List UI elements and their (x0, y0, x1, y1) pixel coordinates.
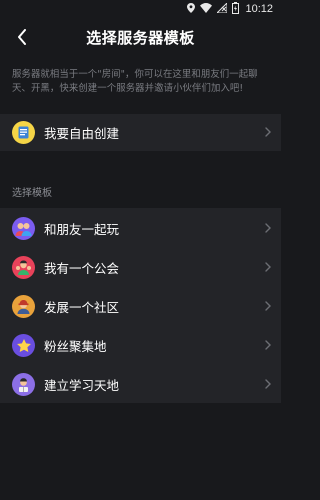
section-label: 选择模板 (12, 188, 52, 199)
star-fan-icon (12, 334, 35, 357)
template-label: 粉丝聚集地 (44, 339, 107, 354)
notepad-icon (12, 121, 35, 144)
wifi-icon (200, 2, 213, 16)
chevron-right-icon (265, 127, 271, 137)
status-time: 10:12 (245, 3, 273, 15)
custom-create-label: 我要自由创建 (44, 126, 120, 141)
battery-icon (232, 1, 240, 17)
template-label: 发展一个社区 (44, 300, 120, 315)
location-icon (187, 2, 196, 16)
template-row-fans[interactable]: 粉丝聚集地 (0, 327, 281, 364)
template-row-guild[interactable]: 我有一个公会 (0, 249, 281, 286)
chevron-right-icon (265, 301, 271, 311)
back-button[interactable] (12, 27, 32, 47)
template-list: 和朋友一起玩 我有一个公会 发展一个社区 粉丝聚集地 建立学习天地 (0, 208, 281, 403)
status-bar: 10:12 (0, 0, 281, 18)
template-row-friends[interactable]: 和朋友一起玩 (0, 210, 281, 247)
template-row-community[interactable]: 发展一个社区 (0, 288, 281, 325)
community-avatar-icon (12, 295, 35, 318)
no-signal-icon (216, 1, 228, 16)
chevron-right-icon (265, 223, 271, 233)
template-label: 和朋友一起玩 (44, 222, 120, 237)
guild-avatar-icon (12, 256, 35, 279)
custom-create-row[interactable]: 我要自由创建 (0, 114, 281, 151)
description-text: 服务器就相当于一个"房间"，你可以在这里和朋友们一起聊天、开黑，快来创建一个服务… (12, 69, 258, 94)
study-avatar-icon (12, 373, 35, 396)
template-label: 我有一个公会 (44, 261, 120, 276)
app-header: 选择服务器模板 (0, 18, 281, 56)
chevron-left-icon (18, 29, 26, 45)
page-title: 选择服务器模板 (86, 28, 195, 47)
friends-avatar-icon (12, 217, 35, 240)
chevron-right-icon (265, 379, 271, 389)
chevron-right-icon (265, 262, 271, 272)
template-label: 建立学习天地 (44, 378, 120, 393)
template-row-study[interactable]: 建立学习天地 (0, 366, 281, 403)
chevron-right-icon (265, 340, 271, 350)
